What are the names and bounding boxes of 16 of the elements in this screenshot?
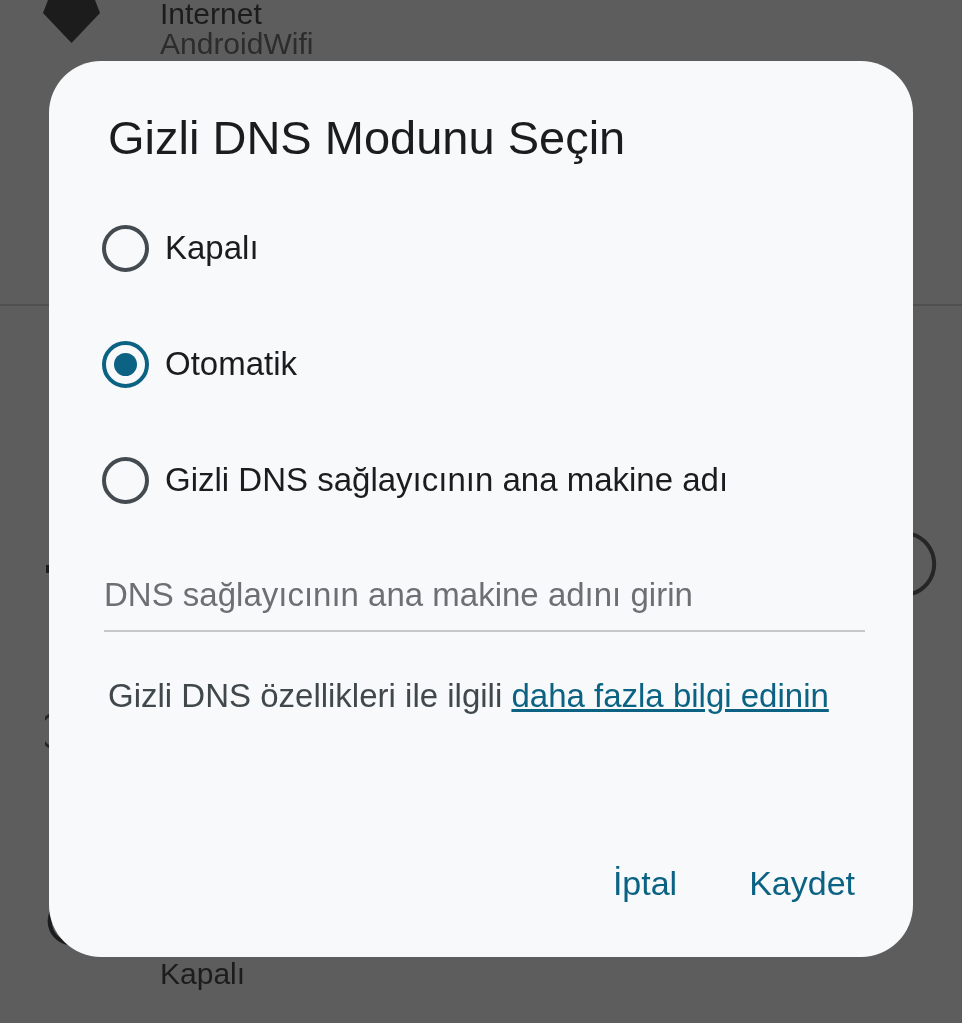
option-label[interactable]: Otomatik	[165, 344, 298, 384]
dialog-button[interactable]: Kaydet	[737, 855, 867, 911]
ring-icon	[911, 531, 938, 597]
option-label[interactable]: Gizli DNS sağlayıcının ana makine adı	[165, 460, 729, 500]
radio-button[interactable]	[102, 456, 149, 504]
setting-value: Kapalı	[160, 958, 246, 990]
wifi-icon	[43, 0, 100, 43]
network-title: Internet	[160, 0, 263, 28]
option-label[interactable]: Kapalı	[165, 228, 259, 268]
radio-button[interactable]	[102, 340, 149, 388]
learn-more-link[interactable]: daha fazla bilgi edinin	[511, 677, 829, 714]
dialog-title: Gizli DNS Modunu Seçin	[108, 110, 627, 166]
dialog-button[interactable]: İptal	[600, 855, 690, 911]
hostname-input[interactable]: DNS sağlayıcının ana makine adını girin	[104, 560, 865, 632]
info-text: Gizli DNS özellikleri ile ilgili daha fazla bilgi edinin	[108, 676, 830, 716]
radio-button[interactable]	[102, 224, 149, 272]
